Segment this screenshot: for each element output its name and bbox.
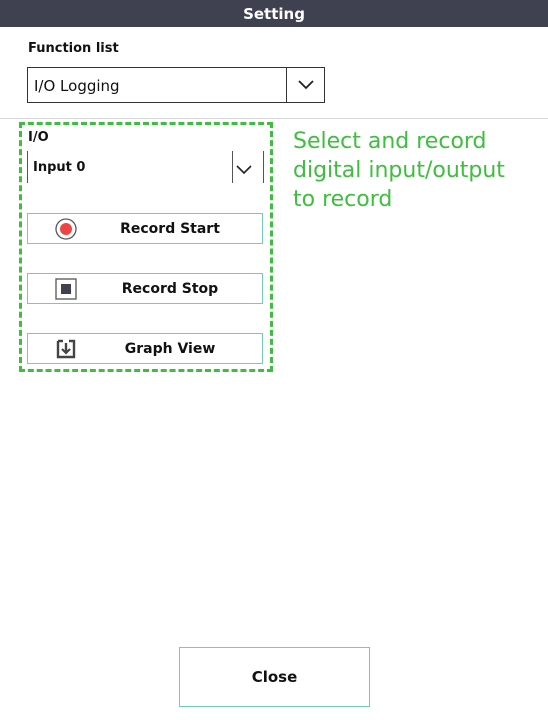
close-button-label: Close <box>251 668 298 686</box>
graph-view-icon <box>55 338 77 360</box>
dropdown-left-edge <box>27 151 28 183</box>
close-button[interactable]: Close <box>179 647 370 707</box>
function-list-selected: I/O Logging <box>34 77 120 95</box>
window-title: Setting <box>0 0 548 27</box>
annotation-text: Select and record digital input/output t… <box>293 127 533 214</box>
chevron-down-icon[interactable] <box>236 160 252 179</box>
io-dropdown[interactable]: Input 0 <box>27 151 264 183</box>
stop-square-icon <box>55 278 77 300</box>
io-selected: Input 0 <box>33 160 86 175</box>
dropdown-separator <box>232 151 233 183</box>
record-start-label: Record Start <box>120 221 220 237</box>
io-label: I/O <box>28 130 49 145</box>
record-stop-label: Record Stop <box>121 281 219 297</box>
window-title-text: Setting <box>243 4 305 23</box>
function-list-label: Function list <box>28 41 119 56</box>
graph-view-label: Graph View <box>124 341 216 357</box>
function-list-dropdown[interactable]: I/O Logging <box>27 67 325 103</box>
record-circle-icon <box>55 218 77 240</box>
record-start-button[interactable]: Record Start <box>27 213 263 244</box>
chevron-down-icon[interactable] <box>286 68 324 102</box>
record-stop-button[interactable]: Record Stop <box>27 273 263 304</box>
divider <box>0 118 548 119</box>
annotation-line: digital input/output <box>293 158 505 183</box>
annotation-line: Select and record <box>293 129 487 154</box>
annotation-line: to record <box>293 187 393 212</box>
dropdown-right-edge <box>263 151 264 183</box>
graph-view-button[interactable]: Graph View <box>27 333 263 364</box>
